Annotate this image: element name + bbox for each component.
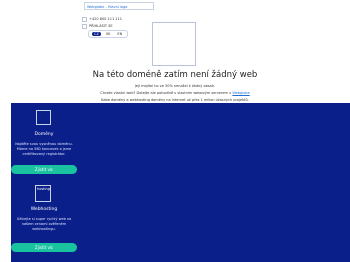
brand-logo[interactable]: Webglobe - Hlavní logo bbox=[84, 2, 154, 10]
language-switcher[interactable]: CZ SK EN bbox=[88, 30, 129, 38]
webhosting-card-title: Webhosting bbox=[30, 207, 58, 212]
domain-card-icon bbox=[36, 110, 51, 125]
webhosting-card-text: Užívejte si super rychlý web na našem ce… bbox=[16, 217, 72, 231]
lang-sk[interactable]: SK bbox=[104, 32, 113, 36]
domain-card-text: Najděte svou vysněnou doménu. Máme na 58… bbox=[15, 142, 73, 156]
user-icon bbox=[82, 23, 87, 29]
domain-more-button[interactable]: Zjistit víc bbox=[11, 165, 77, 174]
webglobe-link[interactable]: Webglobe bbox=[232, 91, 249, 95]
login-link[interactable]: PŘIHLÁSIT SE bbox=[82, 23, 113, 29]
domain-card-title: Domény bbox=[34, 132, 54, 137]
login-label: PŘIHLÁSIT SE bbox=[89, 24, 113, 28]
phone-icon bbox=[82, 16, 87, 22]
phone-number: +420 800 111 111 bbox=[89, 17, 122, 21]
hero-line-2-text: Chcete vlastní web? Dotejte ale pohodlně… bbox=[100, 91, 232, 95]
webhosting-icon-label: hosting bbox=[37, 187, 50, 191]
lang-en[interactable]: EN bbox=[115, 32, 124, 36]
hero-image-placeholder bbox=[152, 22, 196, 66]
webhosting-card-icon: hosting bbox=[35, 185, 51, 202]
lang-cz[interactable]: CZ bbox=[92, 32, 101, 36]
services-section: Domény Najděte svou vysněnou doménu. Mám… bbox=[11, 103, 350, 262]
hero-line-3: Kabe domény a webhosting domény na inter… bbox=[101, 98, 249, 102]
webhosting-more-button[interactable]: Zjistit víc bbox=[11, 243, 77, 252]
phone-contact[interactable]: +420 800 111 111 bbox=[82, 16, 122, 22]
hero-line-1: Její majitel ho ve 30% nenašel k žádný o… bbox=[134, 84, 216, 88]
hero-line-2: Chcete vlastní web? Dotejte ale pohodlně… bbox=[0, 91, 350, 95]
page-headline: Na této doméně zatím není žádný web bbox=[92, 70, 258, 80]
